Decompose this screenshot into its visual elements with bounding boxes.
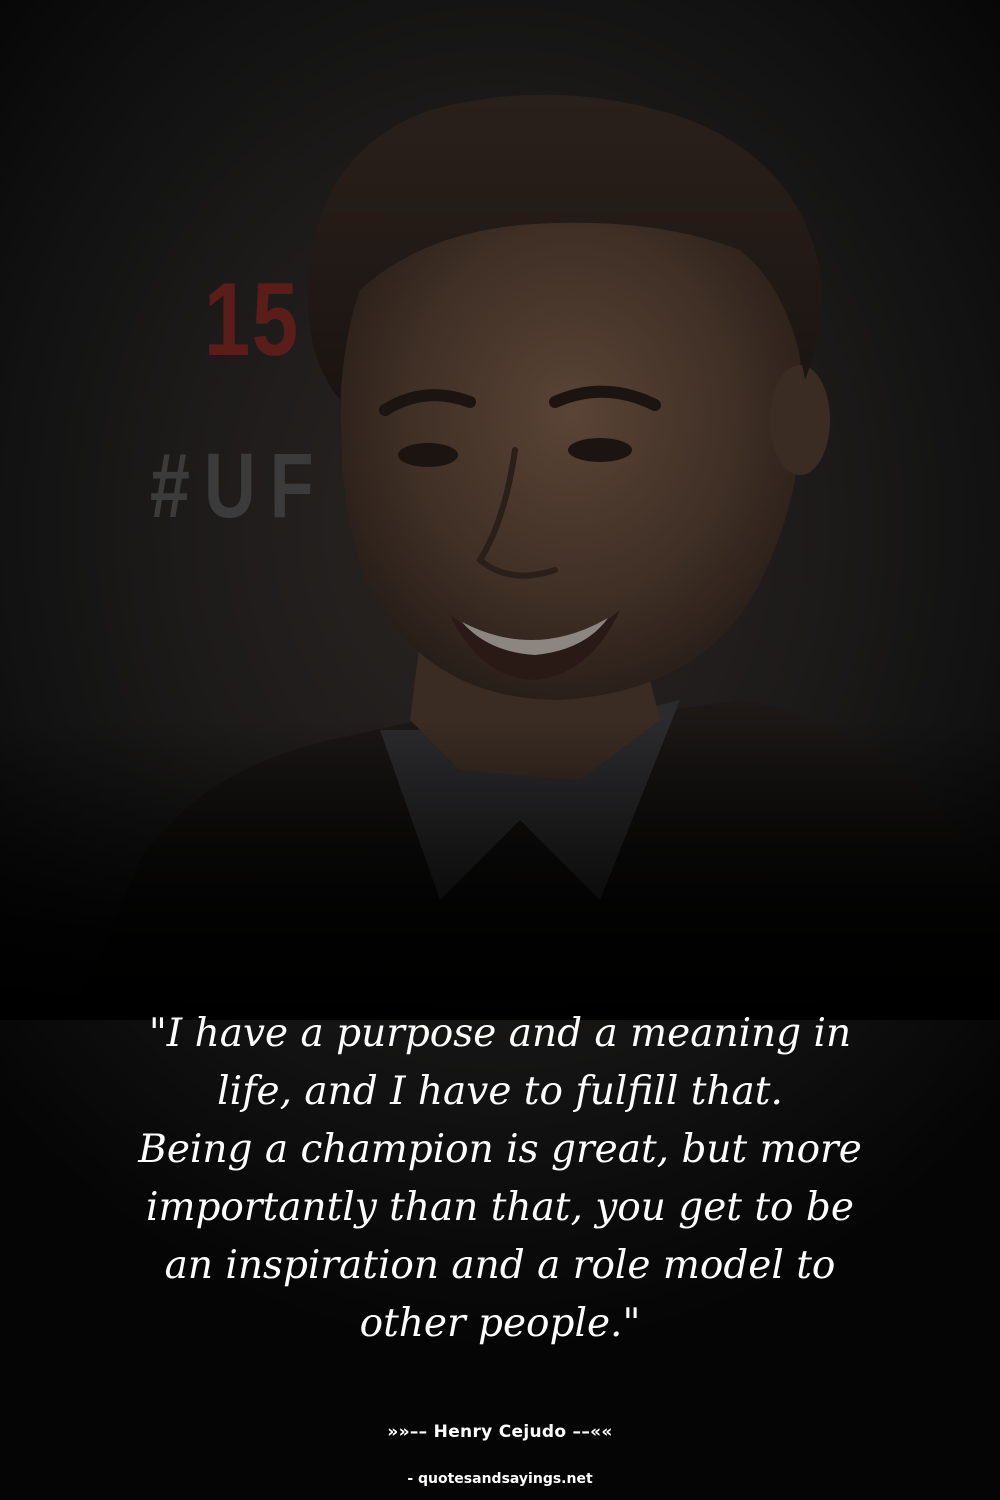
quote-text: "I have a purpose and a meaning in life,… [100,1005,900,1353]
quote-line: life, and I have to fulfill that. [217,1069,783,1114]
ear-shape [770,365,830,475]
source-watermark: - quotesandsayings.net [407,1471,593,1487]
face-shape [340,180,802,700]
quote-line: "I have a purpose and a meaning in [148,1011,852,1056]
quote-poster: 15 #UF "I have a purpose and a meaning i… [0,0,1000,1500]
quote-line: other people." [359,1301,641,1346]
quote-author: »»–– Henry Cejudo ––«« [387,1422,613,1442]
eye-right [568,438,632,462]
bottom-fade-overlay [0,720,1000,1020]
quote-line: Being a champion is great, but more [138,1127,862,1172]
eye-left [398,443,458,467]
quote-line: importantly than that, you get to be [146,1185,854,1230]
quote-line: an inspiration and a role model to [164,1243,836,1288]
